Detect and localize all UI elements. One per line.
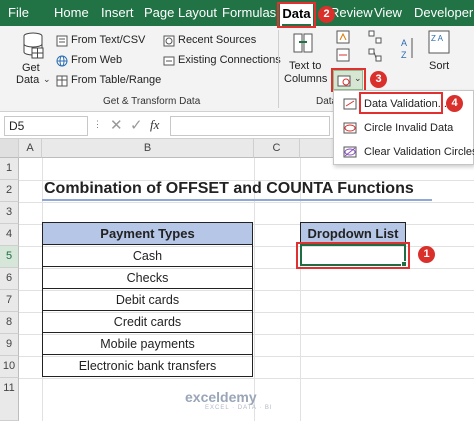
recent-sources-button[interactable]: Recent Sources <box>178 34 256 46</box>
callout-box-1 <box>296 242 410 269</box>
payment-cell[interactable]: Electronic bank transfers <box>42 354 253 377</box>
check-icon[interactable]: ✓ <box>130 116 143 134</box>
row-header[interactable]: 7 <box>0 290 19 312</box>
menu-item-label: Circle Invalid Data <box>364 122 454 134</box>
row-header[interactable]: 2 <box>0 180 19 202</box>
gridline <box>19 202 474 203</box>
recent-sources-icon <box>163 34 175 52</box>
column-header[interactable]: C <box>254 139 300 158</box>
database-icon[interactable] <box>22 32 44 65</box>
existing-connections-button[interactable]: Existing Connections <box>178 54 281 66</box>
text-to-label[interactable]: Text to <box>289 60 321 72</box>
table-icon <box>56 74 68 92</box>
payment-cell[interactable]: Mobile payments <box>42 332 253 355</box>
name-box[interactable]: D5 <box>4 116 88 136</box>
callout-box-4 <box>359 92 443 114</box>
tab-review[interactable]: Review <box>330 5 373 20</box>
ribbon-tab-bar: File Home Insert Page Layout Formulas Da… <box>0 0 474 26</box>
vertical-dots-icon: ⋮ <box>93 119 102 129</box>
select-all-corner[interactable] <box>0 139 19 158</box>
sort-icon[interactable]: Z A <box>428 30 450 59</box>
svg-text:Z A: Z A <box>431 34 444 43</box>
row-header[interactable]: 3 <box>0 202 19 224</box>
tab-formulas[interactable]: Formulas <box>222 5 276 20</box>
remove-duplicates-icon[interactable] <box>336 48 350 67</box>
connections-icon <box>163 54 175 72</box>
row-header[interactable]: 9 <box>0 334 19 356</box>
from-text-csv-button[interactable]: From Text/CSV <box>71 34 145 46</box>
tab-page-layout[interactable]: Page Layout <box>144 5 217 20</box>
column-header[interactable]: B <box>42 139 254 158</box>
svg-text:A: A <box>401 38 407 48</box>
data-validation-icon <box>343 98 357 113</box>
gridline <box>19 378 474 379</box>
payment-cell[interactable]: Checks <box>42 266 253 289</box>
flash-fill-icon[interactable] <box>336 30 350 49</box>
worksheet-grid: A B C D 1 2 3 4 5 6 7 8 9 10 11 Combinat… <box>0 139 474 421</box>
payment-cell[interactable]: Debit cards <box>42 288 253 311</box>
payment-cell[interactable]: Credit cards <box>42 310 253 333</box>
column-header[interactable]: A <box>19 139 42 158</box>
row-header[interactable]: 11 <box>0 378 19 421</box>
sort-label[interactable]: Sort <box>429 60 449 72</box>
menu-item-clear-validation-circles[interactable]: Clear Validation Circles <box>338 142 474 164</box>
columns-label[interactable]: Columns <box>284 73 327 85</box>
dropdown-list-header[interactable]: Dropdown List <box>300 222 406 244</box>
consolidate-icon[interactable] <box>368 30 382 49</box>
tab-view[interactable]: View <box>374 5 402 20</box>
row-header[interactable]: 10 <box>0 356 19 378</box>
get-data-label-2[interactable]: Data <box>16 74 39 86</box>
sort-az-icon[interactable]: AZ <box>400 36 416 67</box>
payment-cell[interactable]: Cash <box>42 244 253 267</box>
tab-developer[interactable]: Developer <box>414 5 473 20</box>
menu-item-circle-invalid-data[interactable]: Circle Invalid Data <box>338 118 472 140</box>
from-web-button[interactable]: From Web <box>71 54 122 66</box>
tab-home[interactable]: Home <box>54 5 89 20</box>
exceldemy-tagline: EXCEL · DATA · BI <box>205 405 273 411</box>
from-table-range-button[interactable]: From Table/Range <box>71 74 161 86</box>
svg-text:Z: Z <box>401 50 407 60</box>
relationships-icon[interactable] <box>368 48 382 67</box>
chevron-down-icon[interactable]: ⌄ <box>43 74 51 85</box>
callout-badge-1: 1 <box>418 246 435 263</box>
callout-badge-4: 4 <box>446 95 463 112</box>
row-header[interactable]: 4 <box>0 224 19 246</box>
row-header[interactable]: 8 <box>0 312 19 334</box>
row-header[interactable]: 6 <box>0 268 19 290</box>
tab-file[interactable]: File <box>8 5 29 20</box>
sheet-title[interactable]: Combination of OFFSET and COUNTA Functio… <box>42 179 432 201</box>
payment-types-header[interactable]: Payment Types <box>42 222 253 245</box>
globe-icon <box>56 54 68 72</box>
callout-box-2 <box>277 2 316 28</box>
exceldemy-logo: exceldemy <box>185 389 257 405</box>
callout-badge-3: 3 <box>370 71 387 88</box>
row-header[interactable]: 5 <box>0 246 19 268</box>
circle-invalid-icon <box>343 122 357 137</box>
fx-icon[interactable]: fx <box>150 117 159 133</box>
cancel-icon[interactable]: ✕ <box>110 116 123 134</box>
text-to-columns-icon[interactable] <box>293 32 313 61</box>
formula-input[interactable] <box>170 116 330 136</box>
menu-item-label: Clear Validation Circles <box>364 146 474 158</box>
text-file-icon <box>56 34 68 52</box>
clear-circles-icon <box>343 146 357 161</box>
payment-types-table: Payment Types Cash Checks Debit cards Cr… <box>42 222 253 377</box>
row-header[interactable]: 1 <box>0 158 19 180</box>
get-data-label[interactable]: Get <box>22 62 40 74</box>
callout-badge-2: 2 <box>318 6 335 23</box>
group-get-transform-label: Get & Transform Data <box>103 96 201 107</box>
tab-insert[interactable]: Insert <box>101 5 134 20</box>
callout-box-3 <box>331 68 366 92</box>
group-divider <box>278 30 279 108</box>
